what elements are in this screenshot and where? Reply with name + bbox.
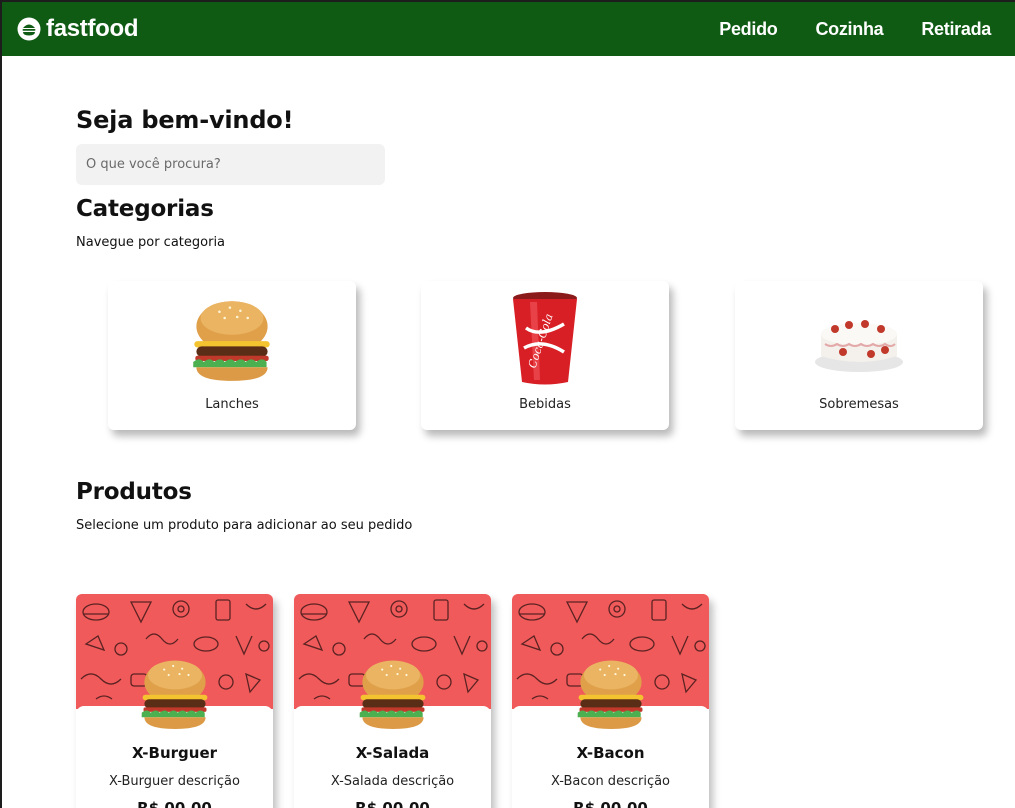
product-price: R$ 00,00 [137,799,212,808]
category-card-lanches[interactable]: Lanches [108,281,356,430]
category-card-bebidas[interactable]: Coca-Cola Bebidas [421,281,669,430]
product-name: X-Salada [355,744,430,762]
category-label: Bebidas [519,397,571,412]
product-price: R$ 00,00 [355,799,430,808]
products-subtitle: Selecione um produto para adicionar ao s… [76,518,413,533]
nav-link-cozinha[interactable]: Cozinha [815,19,883,40]
burger-logo-icon [17,17,41,41]
search-input[interactable] [76,144,385,185]
product-price: R$ 00,00 [573,799,648,808]
category-card-sobremesas[interactable]: Sobremesas [735,281,983,430]
category-label: Sobremesas [819,397,899,412]
burger-image [577,660,644,729]
category-label: Lanches [205,397,259,412]
burger-image [193,301,270,381]
nav-link-pedido[interactable]: Pedido [719,19,778,40]
brand-name: fastfood [46,15,139,42]
product-card-x-burguer[interactable]: X-Burguer X-Burguer descrição R$ 00,00 [76,594,273,808]
product-description: X-Bacon descrição [550,774,671,789]
products-title: Produtos [76,479,192,505]
product-card-x-bacon[interactable]: X-Bacon X-Bacon descrição R$ 00,00 [512,594,709,808]
product-description: X-Burguer descrição [109,774,240,789]
burger-image [359,660,426,729]
product-card-x-salada[interactable]: X-Salada X-Salada descrição R$ 00,00 [294,594,491,808]
welcome-title: Seja bem-vindo! [76,106,294,134]
categories-subtitle: Navegue por categoria [76,235,226,250]
main-nav: Pedido Cozinha Retirada [681,2,991,56]
soda-cup-image: Coca-Cola [513,292,577,385]
product-name: X-Burguer [131,744,218,762]
burger-image [141,660,208,729]
cake-image [815,320,903,372]
top-navbar: fastfood Pedido Cozinha Retirada [2,2,1015,56]
product-name: X-Bacon [576,744,645,762]
categories-title: Categorias [76,196,214,222]
nav-link-retirada[interactable]: Retirada [921,19,991,40]
product-description: X-Salada descrição [330,774,455,789]
brand-logo[interactable]: fastfood [17,15,139,43]
